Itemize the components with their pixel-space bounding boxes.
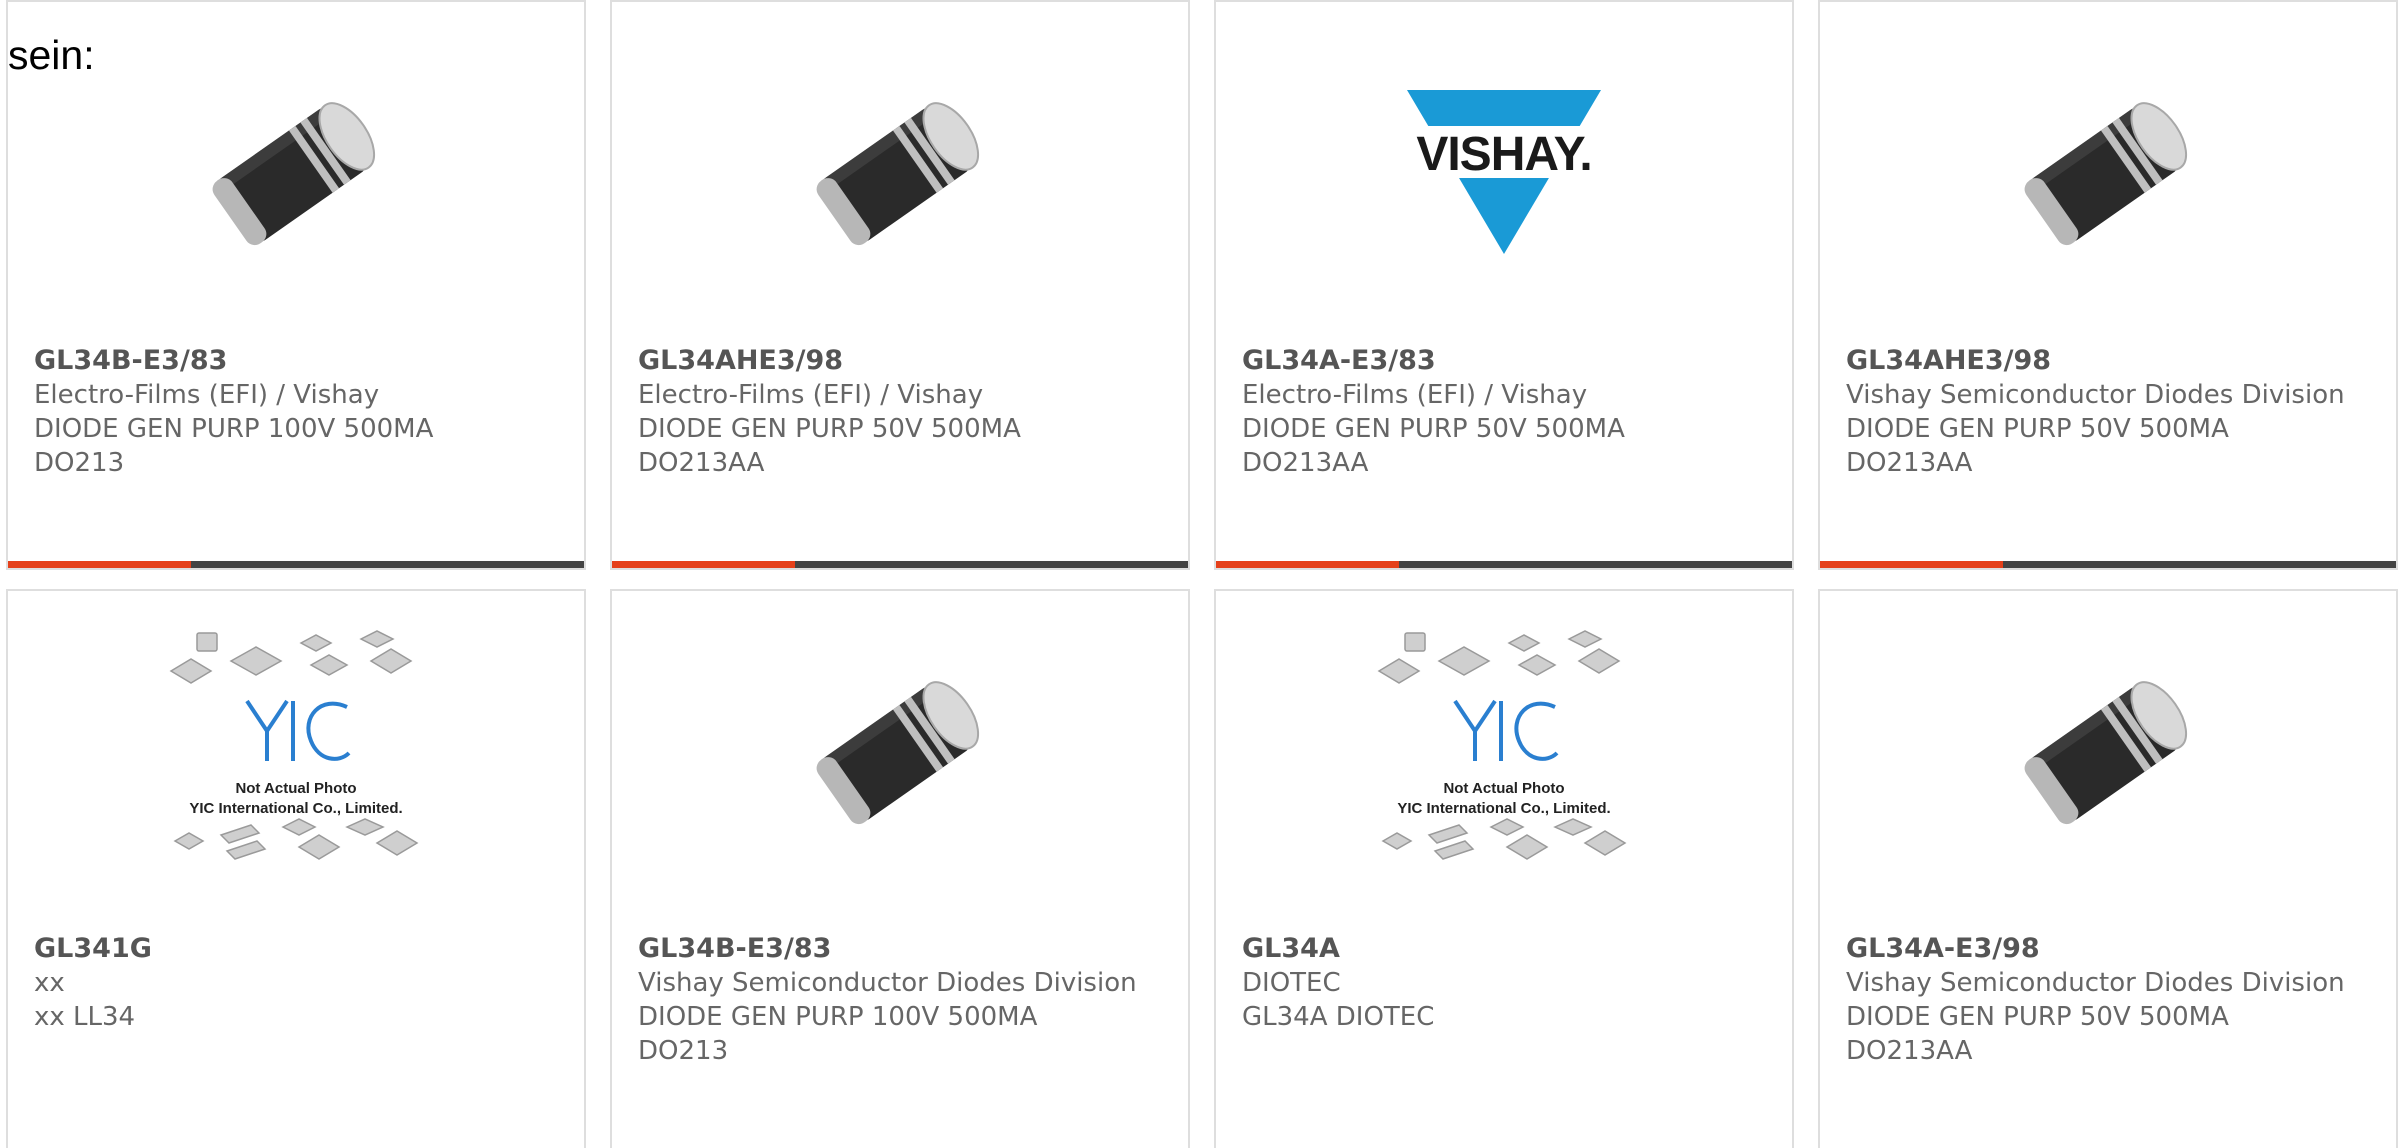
description: DIODE GEN PURP 50V 500MA [638, 414, 1021, 444]
accent-segment [612, 561, 795, 568]
accent-segment [1820, 561, 2003, 568]
product-image[interactable] [612, 42, 1188, 302]
product-info: GL34AHE3/98 Vishay Semiconductor Diodes … [1846, 344, 2376, 480]
product-info: GL341G xx xx LL34 [34, 932, 564, 1034]
accent-segment [8, 561, 191, 568]
package: DO213AA [1846, 448, 1973, 478]
product-grid: GL34B-E3/83 Electro-Films (EFI) / Vishay… [6, 0, 2400, 1148]
package: DO213 [34, 448, 125, 478]
product-info: GL34A DIOTEC GL34A DIOTEC [1242, 932, 1772, 1034]
product-info: GL34A-E3/83 Electro-Films (EFI) / Vishay… [1242, 344, 1772, 480]
placeholder-line-1: Not Actual Photo [235, 780, 356, 797]
product-image[interactable] [1820, 621, 2396, 881]
product-image[interactable]: VISHAY. [1216, 42, 1792, 302]
product-info: GL34B-E3/83 Vishay Semiconductor Diodes … [638, 932, 1168, 1068]
product-card[interactable]: GL34B-E3/83 Vishay Semiconductor Diodes … [610, 589, 1190, 1148]
placeholder-line-2: YIC International Co., Limited. [1397, 800, 1610, 817]
description: DIODE GEN PURP 100V 500MA [638, 1002, 1038, 1032]
package: DO213AA [1846, 1036, 1973, 1066]
product-info: GL34A-E3/98 Vishay Semiconductor Diodes … [1846, 932, 2376, 1068]
product-image[interactable] [1820, 42, 2396, 302]
part-number[interactable]: GL34A [1242, 932, 1772, 966]
manufacturer: Electro-Films (EFI) / Vishay [34, 380, 380, 410]
product-image[interactable] [8, 42, 584, 302]
part-number[interactable]: GL34AHE3/98 [638, 344, 1168, 378]
package: DO213AA [1242, 448, 1369, 478]
part-number[interactable]: GL34A-E3/83 [1242, 344, 1772, 378]
package: DO213AA [638, 448, 765, 478]
card-bottom-bar [8, 561, 584, 568]
intro-text: sein: [8, 32, 95, 78]
description: DIODE GEN PURP 100V 500MA [34, 414, 434, 444]
description: xx LL34 [34, 1002, 136, 1032]
product-image[interactable]: Not Actual Photo YIC International Co., … [8, 621, 584, 881]
product-info: GL34B-E3/83 Electro-Films (EFI) / Vishay… [34, 344, 564, 480]
manufacturer: xx [34, 968, 65, 998]
product-image[interactable] [612, 621, 1188, 881]
product-card[interactable]: Not Actual Photo YIC International Co., … [1214, 589, 1794, 1148]
card-bottom-bar [612, 561, 1188, 568]
card-bottom-bar [1820, 561, 2396, 568]
accent-segment [1216, 561, 1399, 568]
vishay-logo-text: VISHAY. [1416, 128, 1591, 181]
description: GL34A DIOTEC [1242, 1002, 1435, 1032]
manufacturer: Electro-Films (EFI) / Vishay [1242, 380, 1588, 410]
diode-photo-icon [2024, 681, 2188, 825]
vishay-logo-icon: VISHAY. [1399, 90, 1609, 254]
part-number[interactable]: GL34A-E3/98 [1846, 932, 2376, 966]
yic-placeholder-icon: Not Actual Photo YIC International Co., … [169, 630, 419, 860]
product-card[interactable]: VISHAY. GL34A-E3/83 Electro-Films (EFI) … [1214, 0, 1794, 570]
diode-photo-icon [2024, 102, 2188, 246]
part-number[interactable]: GL34B-E3/83 [34, 344, 564, 378]
product-card[interactable]: GL34A-E3/98 Vishay Semiconductor Diodes … [1818, 589, 2398, 1148]
package: DO213 [638, 1036, 729, 1066]
manufacturer: Electro-Films (EFI) / Vishay [638, 380, 984, 410]
product-card[interactable]: Not Actual Photo YIC International Co., … [6, 589, 586, 1148]
description: DIODE GEN PURP 50V 500MA [1846, 1002, 2229, 1032]
yic-placeholder-icon: Not Actual Photo YIC International Co., … [1377, 630, 1627, 860]
product-info: GL34AHE3/98 Electro-Films (EFI) / Vishay… [638, 344, 1168, 480]
part-number[interactable]: GL34B-E3/83 [638, 932, 1168, 966]
manufacturer: Vishay Semiconductor Diodes Division [1846, 968, 2345, 998]
manufacturer: Vishay Semiconductor Diodes Division [1846, 380, 2345, 410]
diode-photo-icon [816, 681, 980, 825]
product-image[interactable]: Not Actual Photo YIC International Co., … [1216, 621, 1792, 881]
placeholder-line-1: Not Actual Photo [1443, 780, 1564, 797]
part-number[interactable]: GL341G [34, 932, 564, 966]
part-number[interactable]: GL34AHE3/98 [1846, 344, 2376, 378]
diode-photo-icon [816, 102, 980, 246]
description: DIODE GEN PURP 50V 500MA [1846, 414, 2229, 444]
diode-photo-icon [212, 102, 376, 246]
product-card[interactable]: GL34AHE3/98 Vishay Semiconductor Diodes … [1818, 0, 2398, 570]
manufacturer: DIOTEC [1242, 968, 1341, 998]
manufacturer: Vishay Semiconductor Diodes Division [638, 968, 1137, 998]
product-card[interactable]: GL34AHE3/98 Electro-Films (EFI) / Vishay… [610, 0, 1190, 570]
card-bottom-bar [1216, 561, 1792, 568]
description: DIODE GEN PURP 50V 500MA [1242, 414, 1625, 444]
placeholder-line-2: YIC International Co., Limited. [189, 800, 402, 817]
product-card[interactable]: GL34B-E3/83 Electro-Films (EFI) / Vishay… [6, 0, 586, 570]
page: sein: GL34B-E3/83 Electro-Films (EFI) / … [0, 0, 2400, 1148]
